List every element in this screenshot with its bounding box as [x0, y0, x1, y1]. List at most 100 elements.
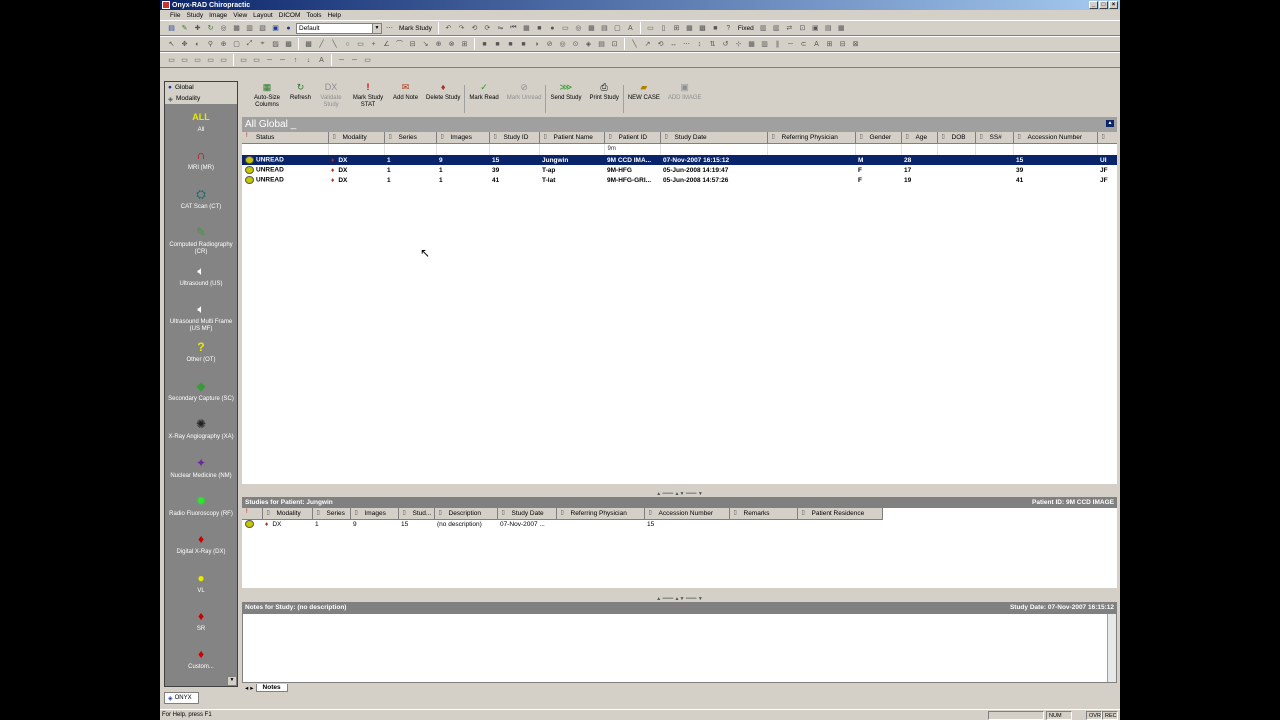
tool-icon[interactable]: ▭	[238, 55, 249, 66]
record-icon[interactable]: ●	[547, 23, 558, 34]
col-header-extra[interactable]	[1097, 132, 1117, 144]
tool-icon[interactable]: ─	[277, 55, 288, 66]
tool-icon[interactable]: ▦	[231, 23, 242, 34]
col-header-status[interactable]: Status	[242, 132, 329, 144]
tool-icon[interactable]: ⇄	[784, 23, 795, 34]
col-header-description[interactable]: Description	[434, 508, 498, 520]
tab-notes[interactable]: Notes	[255, 684, 288, 692]
wand-icon[interactable]: ✎	[179, 23, 190, 34]
layout-1-icon[interactable]: ▭	[645, 23, 656, 34]
tool-icon[interactable]: ▤	[596, 39, 607, 50]
sidebar-item-sr[interactable]: ♦ SR	[165, 603, 237, 641]
refresh-button[interactable]: ↻ Refresh	[286, 81, 315, 102]
menu-dicom[interactable]: DICOM	[279, 12, 301, 19]
sidebar-item-custom[interactable]: ♦ Custom...	[165, 641, 237, 679]
menu-study[interactable]: Study	[186, 12, 203, 19]
sidebar-item-ct[interactable]: ⛭ CAT Scan (CT)	[165, 181, 237, 219]
filter-cell[interactable]	[1013, 143, 1098, 155]
tool-icon[interactable]: ▤	[599, 23, 610, 34]
sidebar-item-mri[interactable]: ∩ MRI (MR)	[165, 142, 237, 180]
sidebar-item-xa[interactable]: ✺ X-Ray Angiography (XA)	[165, 411, 237, 449]
tool-icon[interactable]: ⌖	[257, 39, 268, 50]
tool-icon[interactable]: ⊂	[798, 39, 809, 50]
table-row[interactable]: UNREAD ♦ DX 1 9 15 Jungwin 9M CCD IMA... …	[242, 155, 1117, 165]
tool-icon[interactable]: ▭	[192, 55, 203, 66]
col-header-study-date[interactable]: Study Date	[660, 132, 768, 144]
tool-icon[interactable]: ▣	[810, 23, 821, 34]
maximize-button[interactable]: □	[1099, 1, 1108, 9]
tool-icon[interactable]: ⌒	[394, 39, 405, 50]
col-header-status[interactable]	[242, 508, 263, 520]
col-header-study[interactable]: Stud...	[398, 508, 435, 520]
mark-read-button[interactable]: ✓ Mark Read	[465, 81, 502, 102]
tool-icon[interactable]: ▦	[746, 39, 757, 50]
tool-icon[interactable]: ◈	[583, 39, 594, 50]
validate-study-button[interactable]: DX Validate Study	[315, 81, 347, 109]
sidebar-item-us[interactable]: 🔈︎ Ultrasound (US)	[165, 258, 237, 296]
table-row[interactable]: UNREAD ♦ DX 1 1 41 T-lat 9M-HFG-GRI... 05…	[242, 175, 1117, 185]
square-icon[interactable]: ■	[479, 39, 490, 50]
tool-icon[interactable]: ⇅	[707, 39, 718, 50]
tool-icon[interactable]: ▭	[205, 55, 216, 66]
sidebar-item-ot[interactable]: ? Other (OT)	[165, 334, 237, 372]
sidebar-item-nm[interactable]: ✦ Nuclear Medicine (NM)	[165, 450, 237, 488]
filter-cell[interactable]	[855, 143, 902, 155]
minimize-button[interactable]: _	[1089, 1, 1098, 9]
col-header-series[interactable]: Series	[384, 132, 437, 144]
tool-icon[interactable]: ▤	[823, 23, 834, 34]
print-study-button[interactable]: ⎙ Print Study	[585, 81, 622, 102]
tool-icon[interactable]: ╲	[629, 39, 640, 50]
table-row[interactable]: UNREAD ♦ DX 1 1 39 T-ap 9M-HFG 05-Jun-200…	[242, 165, 1117, 175]
tool-icon[interactable]: ▭	[560, 23, 571, 34]
redo-icon[interactable]: ↷	[456, 23, 467, 34]
col-header-accession-number[interactable]: Accession Number	[644, 508, 730, 520]
sidebar-item-all[interactable]: ALL All	[165, 104, 237, 142]
tool-icon[interactable]: ⋯	[681, 39, 692, 50]
close-button[interactable]: ×	[1109, 1, 1118, 9]
tool-icon[interactable]: ◎	[218, 23, 229, 34]
tool-icon[interactable]: ▥	[244, 23, 255, 34]
angle-icon[interactable]: ∠	[381, 39, 392, 50]
tool-icon[interactable]: ▭	[179, 55, 190, 66]
filter-cell[interactable]	[937, 143, 976, 155]
filter-cell[interactable]	[539, 143, 605, 155]
tool-icon[interactable]: ▨	[270, 39, 281, 50]
filter-cell[interactable]	[328, 143, 385, 155]
layout-6-icon[interactable]: ▦	[684, 23, 695, 34]
tool-icon[interactable]: ✚	[192, 23, 203, 34]
notes-vertical-scrollbar[interactable]	[1107, 614, 1116, 682]
sidebar-item-usmf[interactable]: 🔈︎ Ultrasound Multi Frame (US MF)	[165, 296, 237, 334]
layout-2-icon[interactable]: ▯	[658, 23, 669, 34]
sidebar-item-cr[interactable]: ✎ Computed Radiography (CR)	[165, 219, 237, 257]
col-header-patient-id[interactable]: Patient ID	[604, 132, 661, 144]
tool-icon[interactable]: ⤢	[244, 39, 255, 50]
rect-icon[interactable]: ▭	[355, 39, 366, 50]
tool-icon[interactable]: ─	[785, 39, 796, 50]
save-icon[interactable]: ▣	[270, 23, 281, 34]
delete-study-button[interactable]: ♦ Delete Study	[422, 81, 464, 102]
tool-icon[interactable]: ▭	[166, 55, 177, 66]
col-header-modality[interactable]: Modality	[328, 132, 385, 144]
layout-9-icon[interactable]: ▩	[697, 23, 708, 34]
undo-icon[interactable]: ↶	[443, 23, 454, 34]
sidebar-item-dx[interactable]: ♦ Digital X-Ray (DX)	[165, 526, 237, 564]
annotate-icon[interactable]: A	[625, 23, 636, 34]
more-icon[interactable]: ⋯	[384, 23, 395, 34]
filter-cell[interactable]	[975, 143, 1014, 155]
tool-icon[interactable]: ◎	[557, 39, 568, 50]
col-header-images[interactable]: Images	[350, 508, 399, 520]
tool-icon[interactable]: ⊹	[733, 39, 744, 50]
col-header-images[interactable]: Images	[436, 132, 490, 144]
tool-icon[interactable]: ⊘	[544, 39, 555, 50]
col-header-remarks[interactable]: Remarks	[729, 508, 798, 520]
col-header-referring-physician[interactable]: Referring Physician	[767, 132, 856, 144]
add-note-button[interactable]: ✉ Add Note	[389, 81, 422, 102]
tool-icon[interactable]: ⊗	[446, 39, 457, 50]
tool-icon[interactable]: ─	[264, 55, 275, 66]
col-header-study-date[interactable]: Study Date	[497, 508, 557, 520]
filter-cell[interactable]	[1097, 143, 1117, 155]
new-case-button[interactable]: ▰ NEW CASE	[624, 81, 664, 102]
sidebar-scroll-down[interactable]: ▼	[227, 676, 237, 686]
col-header-study-id[interactable]: Study ID	[489, 132, 540, 144]
circle-icon[interactable]: ○	[342, 39, 353, 50]
